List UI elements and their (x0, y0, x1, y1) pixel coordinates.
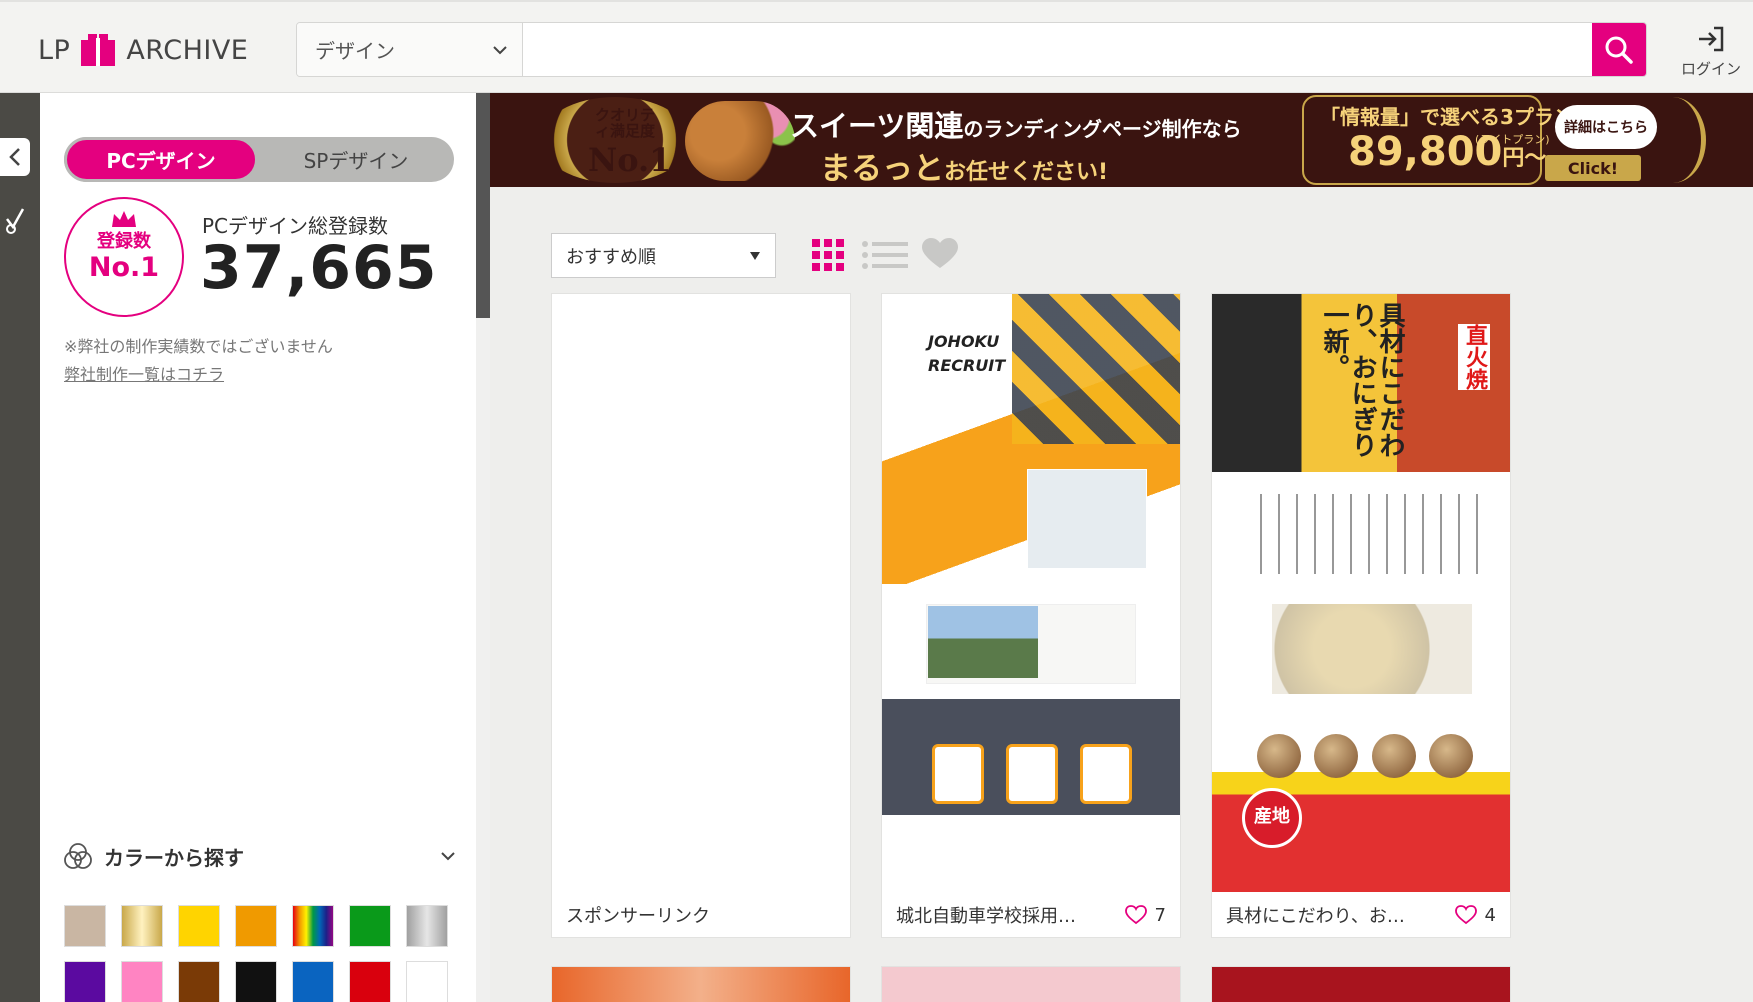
card-thumbnail (552, 294, 850, 892)
color-swatch[interactable] (292, 961, 334, 1002)
card-footer: 具材にこだわり、お… 4 (1212, 892, 1510, 938)
banner-click-button[interactable]: Click! (1545, 155, 1641, 181)
ad-banner[interactable]: クオリティ満足度 No.1 スイーツ関連のランディングページ制作なら まるっとお… (490, 93, 1753, 187)
login-icon (1699, 26, 1724, 52)
book-icon (81, 34, 116, 66)
sidebar: PCデザイン SPデザイン 登録数 No.1 PCデザイン総登録数 37,665… (40, 93, 476, 1002)
design-card[interactable]: 具材にこだわり、おにぎり一新。 直火焼 産地 具材にこだわり、お… 4 (1211, 293, 1511, 938)
thumb-body-text (1252, 494, 1482, 574)
design-card-next[interactable] (881, 966, 1181, 1002)
sweets-image (685, 101, 795, 181)
color-swatch[interactable] (406, 905, 448, 947)
search-bar: デザイン (296, 22, 1647, 77)
color-circles-icon (64, 843, 92, 869)
sort-select[interactable]: おすすめ順 (551, 233, 776, 278)
color-swatch[interactable] (235, 961, 277, 1002)
thumb-photo (928, 606, 1038, 678)
collapse-sidebar-button[interactable] (0, 138, 30, 176)
heart-outline-icon (1454, 905, 1477, 925)
color-swatch[interactable] (349, 905, 391, 947)
thumb-rice-photo (1272, 604, 1472, 694)
own-works-link[interactable]: 弊社制作一覧はコチラ (64, 361, 224, 385)
thumb-photo (1027, 469, 1147, 569)
search-button[interactable] (1592, 23, 1646, 76)
banner-quality-label: クオリティ満足度 (594, 106, 655, 140)
thumb-headline: 具材にこだわり、おにぎり一新。 (1319, 302, 1405, 458)
header: LP ARCHIVE デザイン ログイン (0, 0, 1753, 93)
color-swatch[interactable] (292, 905, 334, 947)
like-count: 7 (1154, 904, 1166, 926)
banner-headline-1: スイーツ関連のランディングページ制作なら (790, 109, 1242, 143)
category-select[interactable]: デザイン (297, 23, 523, 76)
login-button[interactable]: ログイン (1676, 24, 1746, 79)
card-thumbnail[interactable]: 具材にこだわり、おにぎり一新。 直火焼 産地 (1212, 294, 1510, 892)
thumb-point-cards (932, 744, 1132, 804)
grid-view-icon[interactable] (812, 239, 844, 271)
card-title[interactable]: 城北自動車学校採用… (896, 902, 1125, 928)
color-swatch[interactable] (406, 961, 448, 1002)
like-count: 4 (1484, 904, 1496, 926)
card-thumbnail[interactable]: JOHOKU RECRUIT (882, 294, 1180, 892)
logo-text-lp: LP (38, 34, 71, 66)
chevron-down-icon (493, 45, 507, 54)
login-label: ログイン (1680, 60, 1741, 78)
site-logo[interactable]: LP ARCHIVE (38, 32, 248, 68)
thumb-photo-grid (1012, 294, 1180, 444)
thumb-onigiri-row (1250, 734, 1480, 784)
design-card-next[interactable] (1211, 966, 1511, 1002)
card-footer: 城北自動車学校採用… 7 (882, 892, 1180, 938)
banner-headline-2: まるっとお任せください! (820, 151, 1109, 187)
device-toggle: PCデザイン SPデザイン (64, 137, 454, 182)
sp-design-tab[interactable]: SPデザイン (258, 137, 454, 182)
search-input[interactable] (523, 23, 1592, 76)
crown-icon (112, 211, 136, 227)
pc-design-tab[interactable]: PCデザイン (64, 137, 258, 182)
card-title[interactable]: 具材にこだわり、お… (1226, 902, 1455, 928)
color-swatch[interactable] (349, 961, 391, 1002)
laurel-emblem-right (1640, 97, 1706, 183)
list-view-icon[interactable] (862, 240, 908, 270)
color-search-header[interactable]: カラーから探す (64, 838, 456, 874)
color-swatch[interactable] (64, 905, 106, 947)
chevron-down-icon (441, 852, 455, 861)
color-swatch[interactable] (178, 905, 220, 947)
color-swatches (64, 905, 456, 1002)
like-button[interactable]: 7 (1124, 904, 1166, 926)
design-card[interactable]: スポンサーリンク (551, 293, 851, 938)
badge-text-no1: No.1 (88, 252, 160, 283)
thumb-origin-circle: 産地 (1242, 788, 1302, 848)
caret-down-icon (750, 251, 760, 260)
like-button[interactable]: 4 (1454, 904, 1496, 926)
sort-value: おすすめ順 (566, 246, 656, 268)
banner-price: 89,800円〜 (1348, 129, 1547, 175)
design-card-next[interactable] (551, 966, 851, 1002)
card-footer: スポンサーリンク (552, 892, 850, 938)
check-tag-icon (6, 208, 25, 234)
card-title[interactable]: スポンサーリンク (566, 902, 836, 928)
disclaimer-note: ※弊社の制作実績数ではございません (64, 337, 333, 356)
color-search-label: カラーから探す (104, 845, 244, 870)
chevron-left-icon (9, 148, 20, 166)
badge-text-registered: 登録数 (97, 231, 151, 252)
color-swatch[interactable] (64, 961, 106, 1002)
banner-quality-no1: No.1 (588, 141, 672, 179)
design-card[interactable]: JOHOKU RECRUIT 城北自動車学校採用… 7 (881, 293, 1181, 938)
left-rail (0, 93, 40, 1002)
thumb-red-label: 直火焼 (1458, 324, 1490, 390)
thumb-logo: JOHOKU RECRUIT (928, 332, 1006, 375)
search-icon (1605, 36, 1633, 64)
ranking-badge: 登録数 No.1 (64, 197, 184, 317)
color-swatch[interactable] (178, 961, 220, 1002)
color-swatch[interactable] (121, 961, 163, 1002)
heart-outline-icon (1124, 905, 1147, 925)
color-swatch[interactable] (121, 905, 163, 947)
sidebar-scrollbar-thumb[interactable] (476, 93, 490, 318)
banner-plan-text: 「情報量」で選べる3プラン (1320, 105, 1574, 129)
checklist-button[interactable] (0, 203, 30, 237)
total-count-value: 37,665 (200, 233, 438, 303)
favorites-heart-icon[interactable] (922, 238, 958, 270)
logo-text-archive: ARCHIVE (126, 34, 249, 66)
category-value: デザイン (315, 39, 395, 63)
color-swatch[interactable] (235, 905, 277, 947)
